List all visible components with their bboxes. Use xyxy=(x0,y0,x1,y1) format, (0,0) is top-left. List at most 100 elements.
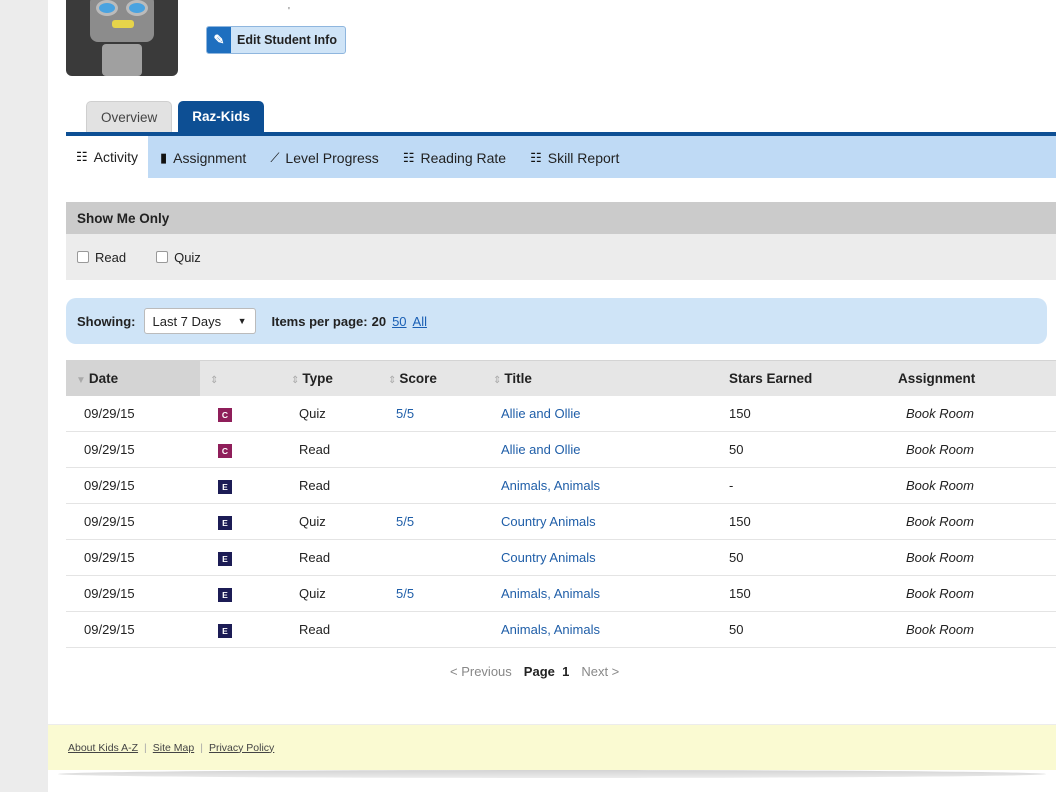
cell-score xyxy=(378,431,483,468)
cell-type: Read xyxy=(281,431,378,468)
table-row: 09/29/15 E Quiz 5/5 Animals, Animals 150 Book … xyxy=(66,575,1056,612)
filter-quiz-label: Quiz xyxy=(174,249,201,265)
book-icon: ▮ xyxy=(160,150,168,165)
cell-title: Country Animals xyxy=(483,503,705,540)
score-link[interactable]: 5/5 xyxy=(396,586,414,601)
items-per-page-all[interactable]: All xyxy=(413,314,427,329)
cell-title: Animals, Animals xyxy=(483,611,705,648)
cell-stars: - xyxy=(705,467,884,504)
footer-link-privacy[interactable]: Privacy Policy xyxy=(209,742,274,754)
cell-stars: 50 xyxy=(705,431,884,468)
pencil-icon: ✎ xyxy=(207,27,231,53)
cell-title: Animals, Animals xyxy=(483,467,705,504)
sort-icon: ⇕ xyxy=(493,375,502,386)
sort-icon: ⇕ xyxy=(388,375,397,386)
cell-score xyxy=(378,611,483,648)
col-level[interactable]: ⇕ xyxy=(200,360,281,396)
footer-link-sitemap[interactable]: Site Map xyxy=(153,742,194,754)
robot-eye-left xyxy=(96,0,118,16)
cell-stars: 150 xyxy=(705,575,884,612)
cell-level: E xyxy=(200,611,281,648)
cell-score: 5/5 xyxy=(378,396,483,432)
footer-link-about[interactable]: About Kids A-Z xyxy=(68,742,138,754)
cell-title: Animals, Animals xyxy=(483,575,705,612)
cell-score: 5/5 xyxy=(378,503,483,540)
book-title-link[interactable]: Animals, Animals xyxy=(501,622,600,637)
col-assignment: Assignment xyxy=(884,360,1056,396)
level-badge: C xyxy=(218,407,232,422)
sort-icon: ⇕ xyxy=(291,375,300,386)
col-title[interactable]: ⇕ Title xyxy=(483,360,705,396)
checkbox-box[interactable] xyxy=(156,251,169,263)
score-link[interactable]: 5/5 xyxy=(396,514,414,529)
cell-level: C xyxy=(200,431,281,468)
subnav-level-progress[interactable]: ⟋ Level Progress xyxy=(258,138,391,178)
subnav-reading-rate[interactable]: ☷ Reading Rate xyxy=(391,138,518,178)
cell-stars: 150 xyxy=(705,503,884,540)
cell-level: C xyxy=(200,396,281,432)
table-row: 09/29/15 E Read Animals, Animals 50 Book Room xyxy=(66,611,1056,648)
previous-page-link[interactable]: < Previous xyxy=(450,664,512,679)
robot-mouth xyxy=(112,20,134,28)
subnav-skill-report-label: Skill Report xyxy=(547,150,620,166)
cell-stars: 150 xyxy=(705,396,884,432)
footer-shadow xyxy=(58,770,1046,778)
subnav-activity[interactable]: ☷ Activity xyxy=(66,136,148,178)
tab-raz-kids[interactable]: Raz-Kids xyxy=(178,101,265,132)
checkbox-box[interactable] xyxy=(77,251,89,263)
book-title-link[interactable]: Allie and Ollie xyxy=(501,406,581,421)
sub-navigation: ☷ Activity ▮ Assignment ⟋ Level Progress… xyxy=(66,136,1056,178)
subnav-level-progress-label: Level Progress xyxy=(285,150,379,166)
cell-type: Read xyxy=(281,539,378,576)
tab-overview[interactable]: Overview xyxy=(86,101,173,133)
edit-student-info-label: Edit Student Info xyxy=(237,33,337,47)
col-date[interactable]: ▼ Date xyxy=(66,360,200,396)
cell-date: 09/29/15 xyxy=(66,503,200,540)
filter-read-label: Read xyxy=(95,249,127,265)
robot-body xyxy=(102,44,142,76)
cell-date: 09/29/15 xyxy=(66,396,200,432)
line-chart-icon: ⟋ xyxy=(270,150,280,165)
list-icon: ☷ xyxy=(530,150,542,165)
subnav-activity-label: Activity xyxy=(93,149,138,165)
subnav-skill-report[interactable]: ☷ Skill Report xyxy=(518,138,631,178)
book-title-link[interactable]: Country Animals xyxy=(501,550,596,565)
student-name-fragment: ' xyxy=(288,6,290,17)
date-range-select[interactable]: Last 7 Days ▼ xyxy=(143,308,256,334)
cell-score: 5/5 xyxy=(378,575,483,612)
filter-quiz-checkbox[interactable]: Quiz xyxy=(156,250,201,265)
book-title-link[interactable]: Allie and Ollie xyxy=(501,442,581,457)
pagination: < Previous Page 1 Next > xyxy=(450,664,619,679)
book-title-link[interactable]: Animals, Animals xyxy=(501,586,600,601)
filter-read-checkbox[interactable]: Read xyxy=(77,250,126,265)
book-title-link[interactable]: Animals, Animals xyxy=(501,478,600,493)
col-score[interactable]: ⇕ Score xyxy=(378,360,483,396)
level-badge: E xyxy=(218,479,232,494)
table-row: 09/29/15 E Read Animals, Animals - Book Room xyxy=(66,467,1056,504)
table-row: 09/29/15 C Quiz 5/5 Allie and Ollie 150 Book R… xyxy=(66,396,1056,432)
score-link[interactable]: 5/5 xyxy=(396,406,414,421)
filter-options: Read Quiz xyxy=(66,234,1056,280)
list-icon: ☷ xyxy=(402,150,415,165)
cell-score xyxy=(378,467,483,504)
cell-score xyxy=(378,539,483,576)
cell-level: E xyxy=(200,503,281,540)
col-type[interactable]: ⇕ Type xyxy=(281,360,378,396)
items-per-page-current: 20 xyxy=(371,313,387,329)
showing-bar: Showing: Last 7 Days ▼ Items per page: 2… xyxy=(66,298,1047,344)
cell-stars: 50 xyxy=(705,611,884,648)
edit-student-info-button[interactable]: ✎ Edit Student Info xyxy=(206,26,346,54)
subnav-assignment[interactable]: ▮ Assignment xyxy=(148,138,258,178)
book-title-link[interactable]: Country Animals xyxy=(501,514,596,529)
page: ' ✎ Edit Student Info Overview Raz-Kids … xyxy=(48,0,1056,792)
level-badge: C xyxy=(218,443,232,458)
activity-table: ▼ Date ⇕ ⇕ Type ⇕ Score ⇕ Title Stars Earned… xyxy=(66,360,1056,648)
cell-assignment: Book Room xyxy=(884,611,1056,648)
list-icon: ☷ xyxy=(76,149,88,164)
cell-type: Read xyxy=(281,467,378,504)
items-per-page-50[interactable]: 50 xyxy=(392,314,406,329)
next-page-link[interactable]: Next > xyxy=(581,664,619,679)
cell-assignment: Book Room xyxy=(884,503,1056,540)
sort-desc-icon: ▼ xyxy=(76,375,86,386)
filter-title: Show Me Only xyxy=(66,202,1056,234)
